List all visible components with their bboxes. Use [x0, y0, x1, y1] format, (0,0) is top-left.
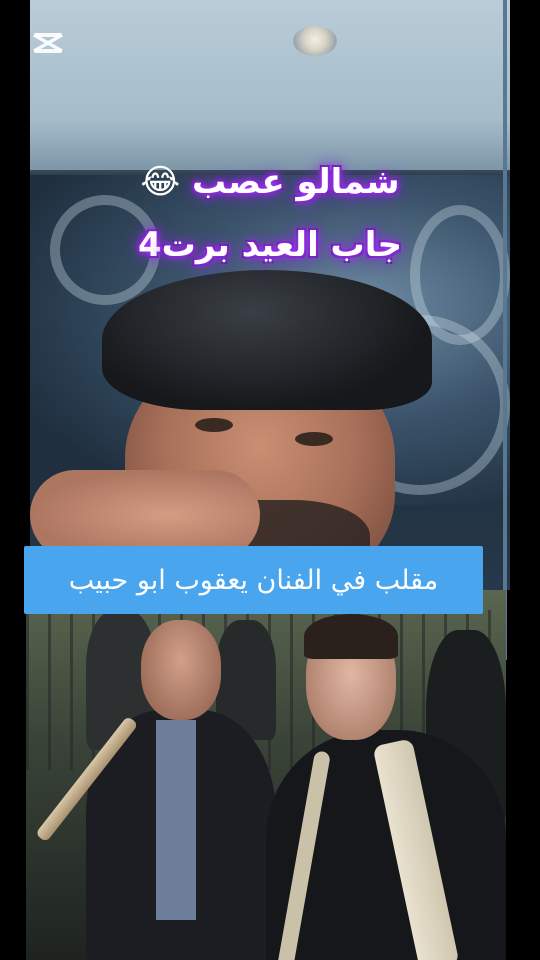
- singer-hair: [304, 614, 398, 659]
- caption-text: مقلب في الفنان يعقوب ابو حبيب: [68, 564, 439, 596]
- title-line-2-text: جاب العيد برت4: [138, 225, 402, 265]
- overlay-title-line-1: شمالو عصب 😂: [0, 162, 540, 202]
- overlay-title-line-2: جاب العيد برت4: [0, 225, 540, 265]
- ceiling: [30, 0, 510, 170]
- caption-bar: مقلب في الفنان يعقوب ابو حبيب: [24, 546, 483, 614]
- bottom-video-frame: [26, 590, 506, 960]
- black-cap: [102, 270, 432, 410]
- flute-player: [35, 620, 276, 960]
- video-screen[interactable]: شمالو عصب 😂 جاب العيد برت4 مقلب في الفنا…: [0, 0, 540, 960]
- top-video-frame: [30, 0, 510, 590]
- frame-divider: [503, 0, 507, 660]
- left-eye: [195, 418, 233, 432]
- flute-player-head: [141, 620, 221, 720]
- capcut-logo-icon: [33, 33, 63, 53]
- singer: [266, 614, 506, 960]
- title-line-1-text: شمالو عصب: [191, 162, 400, 202]
- ceiling-light: [293, 26, 337, 56]
- flute-player-shirt: [156, 720, 196, 920]
- laughing-emoji-icon: 😂: [140, 162, 181, 202]
- right-eye: [295, 432, 333, 446]
